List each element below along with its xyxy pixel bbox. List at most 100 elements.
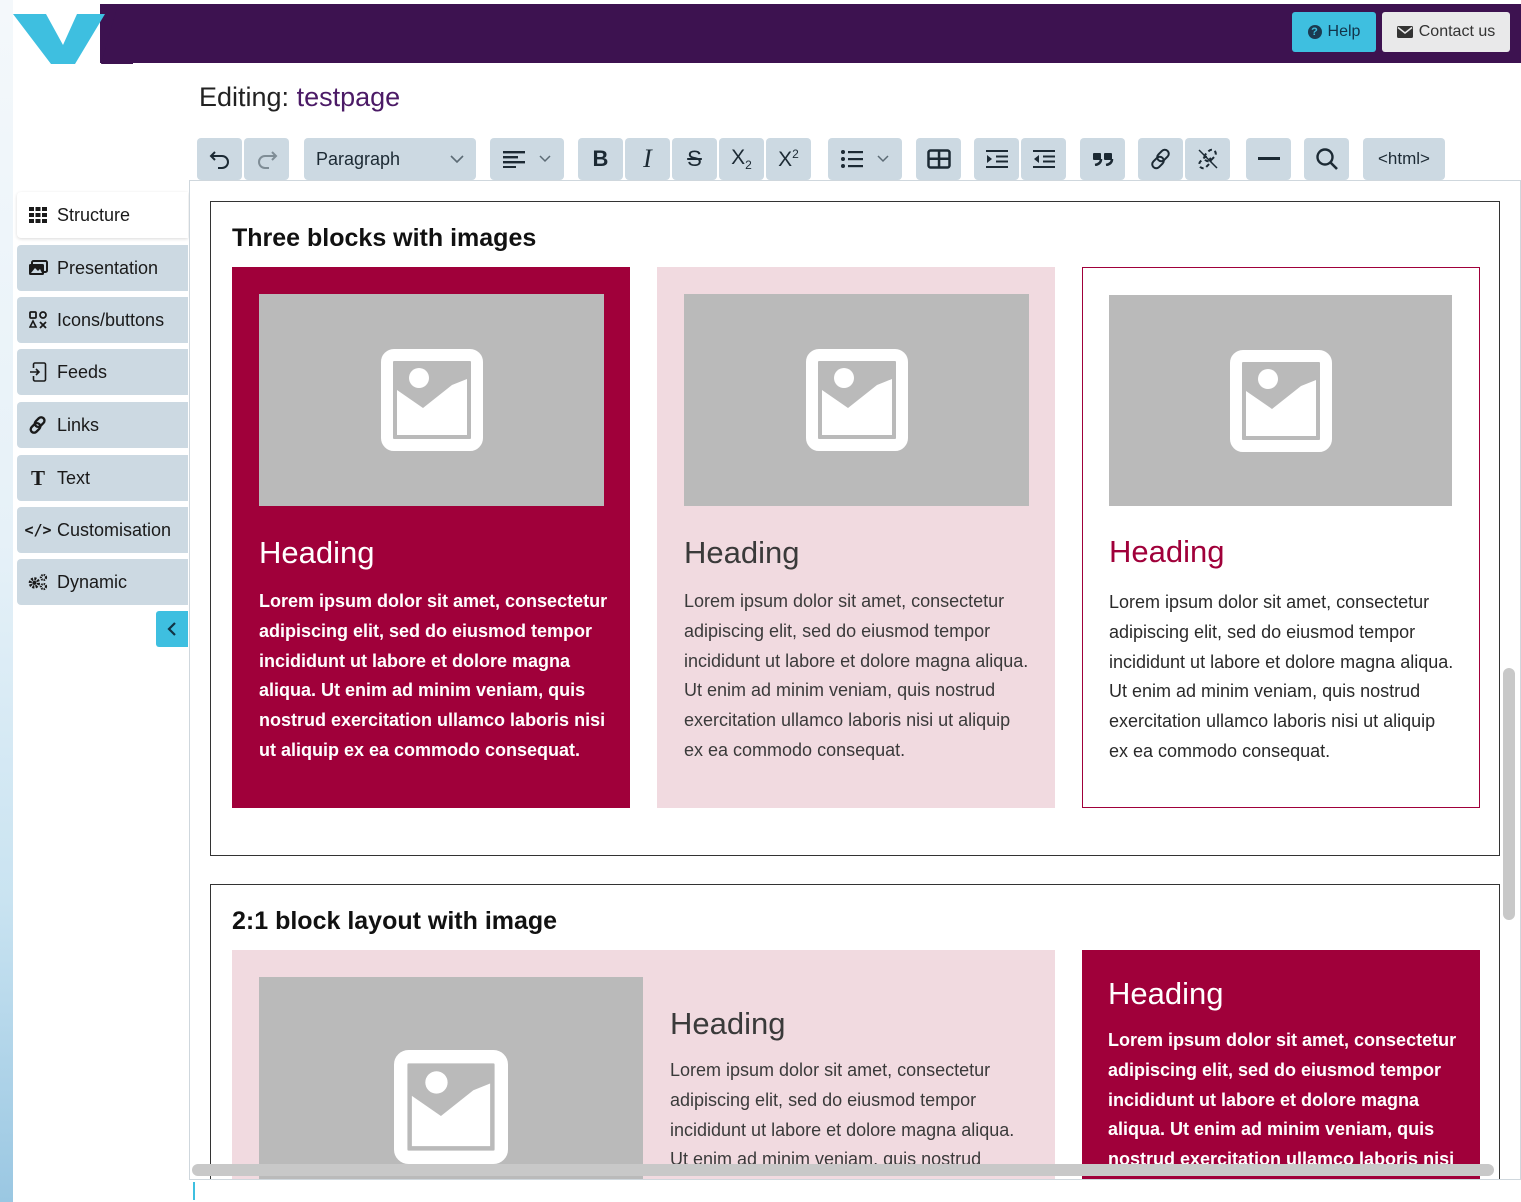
subscript-icon: X2 [731, 145, 752, 173]
chevron-down-icon [877, 155, 889, 163]
image-icon [805, 349, 908, 451]
image-placeholder[interactable] [259, 294, 604, 506]
horizontal-scrollbar[interactable] [192, 1164, 1494, 1176]
sidebar-item-dynamic[interactable]: Dynamic [17, 559, 188, 605]
envelope-icon [1396, 26, 1413, 38]
horizontal-rule-icon [1257, 157, 1280, 160]
unlink-icon [1197, 148, 1218, 170]
sidebar-item-presentation[interactable]: Presentation [17, 245, 188, 291]
contact-us-label: Contact us [1418, 23, 1496, 40]
superscript-button[interactable]: X2 [766, 138, 811, 180]
italic-icon: I [643, 144, 652, 173]
indent-button[interactable] [974, 138, 1019, 180]
horizontal-rule-button[interactable] [1246, 138, 1291, 180]
question-circle-icon: ? [1307, 25, 1322, 39]
text-icon: T [30, 465, 45, 490]
content-block[interactable]: Heading Lorem ipsum dolor sit amet, cons… [232, 267, 630, 808]
bold-button[interactable]: B [578, 138, 623, 180]
blockquote-button[interactable] [1080, 138, 1125, 180]
block-body-text: Lorem ipsum dolor sit amet, consectetur … [1108, 1030, 1457, 1179]
content-block[interactable]: Heading Lorem ipsum dolor sit amet, cons… [1082, 950, 1480, 1179]
align-dropdown[interactable] [490, 138, 564, 180]
strikethrough-icon: S [687, 146, 702, 171]
link-button[interactable] [1138, 138, 1183, 180]
image-icon [1229, 349, 1332, 452]
cogs-icon [28, 572, 48, 592]
html-source-button[interactable]: <html> [1363, 138, 1445, 180]
sidebar-item-customisation[interactable]: </> Customisation [17, 507, 188, 553]
block-heading: Heading [684, 535, 800, 570]
search-icon [1315, 148, 1338, 170]
content-block[interactable]: Heading Lorem ipsum dolor sit amet, cons… [1082, 267, 1480, 808]
help-button-label: Help [1327, 23, 1361, 40]
link-icon [1150, 148, 1170, 170]
sidebar-item-feeds[interactable]: Feeds [17, 349, 188, 395]
help-button[interactable]: ? Help [1292, 12, 1376, 52]
sidebar-item-structure[interactable]: Structure [17, 192, 188, 238]
sidebar-item-label: Icons/buttons [57, 309, 165, 330]
block-body-text: Lorem ipsum dolor sit amet, consectetur … [670, 1060, 1015, 1170]
editor-content-area[interactable]: Three blocks with images Heading Lorem i… [189, 180, 1521, 1180]
image-icon [380, 349, 483, 451]
three-blocks-section[interactable]: Three blocks with images Heading Lorem i… [210, 201, 1500, 856]
sidebar-item-text[interactable]: T Text [17, 455, 188, 501]
block-heading: Heading [670, 1006, 786, 1041]
subscript-button[interactable]: X2 [719, 138, 764, 180]
contact-us-button[interactable]: Contact us [1382, 12, 1510, 52]
sidebar-item-label: Customisation [57, 519, 172, 540]
chevron-down-icon [539, 155, 551, 163]
italic-button[interactable]: I [625, 138, 670, 180]
page-name: testpage [296, 82, 401, 112]
format-select-value: Paragraph [316, 148, 401, 169]
strikethrough-button[interactable]: S [672, 138, 717, 180]
chevron-down-icon [450, 154, 464, 163]
outdent-button[interactable] [1021, 138, 1066, 180]
table-button[interactable] [916, 138, 961, 180]
sidebar-item-label: Feeds [57, 361, 108, 382]
redo-button[interactable] [244, 138, 289, 180]
bullet-list-icon [841, 150, 863, 168]
chevron-left-icon [167, 622, 176, 636]
site-logo[interactable] [13, 0, 133, 64]
vertical-scrollbar[interactable] [1503, 668, 1515, 920]
content-block-wide[interactable]: Heading Lorem ipsum dolor sit amet, cons… [232, 950, 1055, 1179]
redo-icon [257, 151, 277, 169]
search-replace-button[interactable] [1304, 138, 1349, 180]
feed-icon [28, 362, 48, 382]
indent-icon [985, 150, 1008, 168]
presentation-icon [28, 258, 48, 278]
image-placeholder[interactable] [1109, 295, 1452, 506]
sidebar-item-label: Dynamic [57, 571, 128, 592]
outdent-icon [1032, 150, 1055, 168]
sidebar-item-label: Structure [57, 204, 131, 225]
text-cursor [193, 1182, 195, 1200]
two-one-layout-section[interactable]: 2:1 block layout with image Heading Lore… [210, 884, 1500, 1179]
block-body-text: Lorem ipsum dolor sit amet, consectetur … [684, 591, 1029, 760]
section-title: 2:1 block layout with image [232, 907, 558, 935]
image-icon [394, 1050, 508, 1164]
html-source-label: <html> [1378, 149, 1430, 168]
sidebar-item-links[interactable]: Links [17, 402, 188, 448]
link-icon [28, 415, 48, 435]
undo-button[interactable] [197, 138, 242, 180]
section-title: Three blocks with images [232, 224, 537, 252]
sidebar-item-icons-buttons[interactable]: Icons/buttons [17, 297, 188, 343]
blockquote-icon [1092, 153, 1113, 166]
icons-buttons-icon [28, 310, 48, 330]
unlink-button[interactable] [1185, 138, 1230, 180]
bold-icon: B [592, 146, 609, 171]
bullet-list-dropdown[interactable] [828, 138, 902, 180]
content-block[interactable]: Heading Lorem ipsum dolor sit amet, cons… [657, 267, 1055, 808]
code-icon: </> [24, 521, 52, 539]
sidebar-item-label: Links [57, 414, 100, 435]
undo-icon [209, 151, 229, 169]
page-title-prefix: Editing: [199, 82, 290, 112]
sidebar-item-label: Presentation [57, 257, 159, 278]
table-icon [926, 149, 951, 169]
block-body-text: Lorem ipsum dolor sit amet, consectetur … [1109, 592, 1454, 761]
image-placeholder[interactable] [259, 977, 643, 1179]
format-select[interactable]: Paragraph [304, 138, 476, 180]
block-body-text: Lorem ipsum dolor sit amet, consectetur … [259, 591, 608, 760]
image-placeholder[interactable] [684, 294, 1029, 506]
collapse-sidebar-button[interactable] [156, 611, 188, 647]
